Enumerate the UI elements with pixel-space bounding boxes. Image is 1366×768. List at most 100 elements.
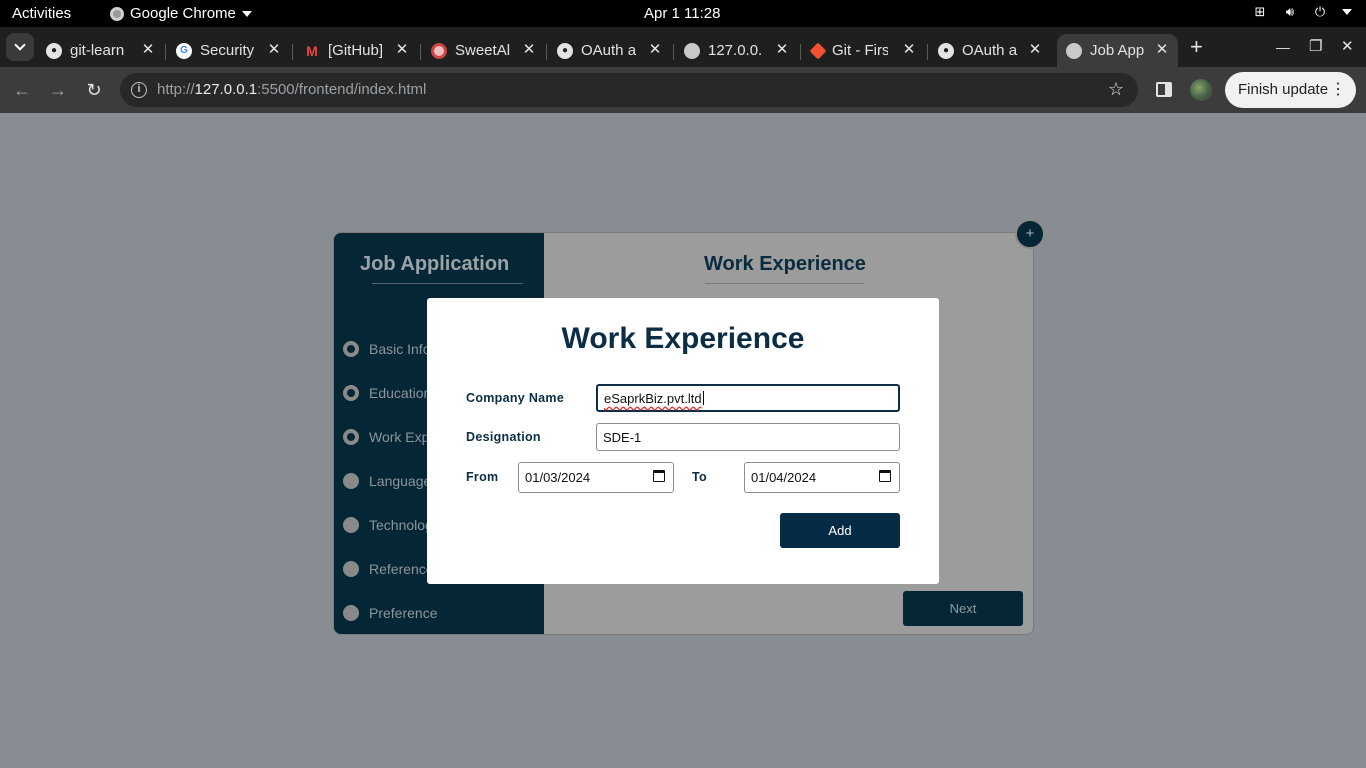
tab-title: Job App (1090, 42, 1145, 59)
tab-search-button[interactable] (6, 33, 34, 61)
clock[interactable]: Apr 1 11:28 (644, 5, 720, 22)
close-tab-icon[interactable]: ✕ (521, 42, 537, 58)
finish-update-label: Finish update (1238, 81, 1329, 98)
restore-icon[interactable]: ❐ (1309, 37, 1322, 55)
app-menu-label: Google Chrome (130, 5, 236, 22)
github-icon: ● (557, 42, 573, 59)
system-tray[interactable]: ⊞ 🔊︎ ⏻ (1252, 4, 1352, 20)
from-label: From (466, 470, 499, 484)
tab-title: 127.0.0. (708, 42, 763, 59)
back-icon[interactable]: ← (11, 79, 33, 101)
close-tab-icon[interactable]: ✕ (140, 42, 156, 58)
modal-title: Work Experience (561, 322, 805, 355)
close-tab-icon[interactable]: ✕ (1027, 42, 1043, 58)
step-work-experience[interactable]: Work Exp (343, 429, 429, 445)
step-complete-icon (343, 385, 359, 401)
power-icon: ⏻ (1314, 4, 1326, 19)
step-label: Work Exp (369, 429, 430, 445)
tab-security[interactable]: G Security ✕ (176, 34, 282, 67)
company-name-input[interactable]: eSaprkBiz.pvt.ltd (596, 384, 900, 412)
bookmark-star-icon[interactable]: ☆ (1108, 79, 1124, 100)
close-tab-icon[interactable]: ✕ (901, 42, 917, 58)
caret-down-icon (241, 10, 252, 17)
github-icon: ● (46, 42, 62, 59)
step-language[interactable]: Language (343, 473, 431, 489)
add-button[interactable]: Add (780, 513, 900, 548)
designation-label: Designation (466, 430, 541, 444)
chevron-down-icon (14, 39, 26, 51)
step-complete-icon (343, 429, 359, 445)
company-name-value: eSaprkBiz.pvt.ltd (604, 390, 702, 406)
side-panel-icon[interactable] (1156, 82, 1172, 97)
tab-github-mail[interactable]: M [GitHub] ✕ (304, 34, 410, 67)
close-tab-icon[interactable]: ✕ (774, 42, 790, 58)
url-text[interactable]: http://127.0.0.1:5500/frontend/index.htm… (157, 81, 426, 98)
from-date-input[interactable]: 01/03/2024 (518, 462, 674, 493)
step-complete-icon (343, 341, 359, 357)
calendar-icon[interactable] (879, 470, 891, 482)
close-tab-icon[interactable]: ✕ (394, 42, 410, 58)
url-prefix: http:// (157, 81, 195, 98)
calendar-icon[interactable] (653, 470, 665, 482)
step-label: Reference (369, 561, 434, 577)
add-experience-button[interactable]: + (1015, 219, 1045, 249)
network-icon: ⊞ (1254, 4, 1266, 19)
step-technology[interactable]: Technolog (343, 517, 433, 533)
step-pending-icon (343, 517, 359, 533)
tab-sweetalert[interactable]: SweetAl ✕ (431, 34, 537, 67)
close-tab-icon[interactable]: ✕ (1154, 42, 1170, 58)
step-reference[interactable]: Reference (343, 561, 434, 577)
finish-update-button[interactable]: Finish update ⋮ (1225, 72, 1357, 108)
kebab-menu-icon: ⋮ (1330, 81, 1347, 98)
to-date-value: 01/04/2024 (751, 470, 817, 485)
step-label: Language (369, 473, 432, 489)
tab-title: Git - Firs (832, 42, 888, 59)
tab-oauth-2[interactable]: ● OAuth a ✕ (938, 34, 1043, 67)
close-tab-icon[interactable]: ✕ (266, 42, 282, 58)
tab-title: OAuth a (962, 42, 1018, 59)
close-window-icon[interactable]: ✕ (1341, 37, 1354, 55)
volume-icon: 🔊︎ (1285, 4, 1295, 19)
chrome-icon (110, 6, 124, 21)
tab-separator (673, 44, 674, 60)
tab-separator (292, 44, 293, 60)
next-button[interactable]: Next (903, 591, 1023, 626)
tab-title: OAuth a (581, 42, 637, 59)
browser-toolbar: ← → ↻ i http://127.0.0.1:5500/frontend/i… (0, 67, 1366, 113)
step-education[interactable]: Education (343, 385, 431, 401)
profile-avatar[interactable] (1190, 79, 1212, 101)
tab-job-app[interactable]: Job App ✕ (1057, 34, 1178, 67)
address-bar[interactable]: i http://127.0.0.1:5500/frontend/index.h… (120, 73, 1138, 107)
tab-git-learn[interactable]: ● git-learn ✕ (46, 34, 156, 67)
designation-value: SDE-1 (603, 429, 642, 445)
forward-icon[interactable]: → (47, 79, 69, 101)
git-icon (809, 42, 827, 59)
sweetalert-icon (431, 42, 447, 59)
step-label: Preference (369, 605, 438, 621)
tab-title: git-learn (70, 42, 125, 59)
app-menu[interactable]: Google Chrome (110, 5, 252, 22)
tab-strip: ● git-learn ✕ G Security ✕ M [GitHub] ✕ … (0, 27, 1366, 67)
close-tab-icon[interactable]: ✕ (647, 42, 663, 58)
activities-button[interactable]: Activities (12, 5, 71, 22)
step-pending-icon (343, 605, 359, 621)
divider (705, 283, 864, 284)
step-preference[interactable]: Preference (343, 605, 437, 621)
tab-separator (927, 44, 928, 60)
minimize-icon[interactable]: — (1276, 39, 1290, 55)
text-cursor (702, 391, 704, 405)
step-pending-icon (343, 473, 359, 489)
to-date-input[interactable]: 01/04/2024 (744, 462, 900, 493)
tab-git-first[interactable]: Git - Firs ✕ (809, 34, 917, 67)
tab-title: SweetAl (455, 42, 511, 59)
reload-icon[interactable]: ↻ (83, 79, 105, 101)
google-icon: G (176, 42, 192, 59)
tab-title: Security (200, 42, 255, 59)
tab-localhost[interactable]: 127.0.0. ✕ (684, 34, 790, 67)
sidebar-title: Job Application (360, 253, 510, 275)
step-basic-info[interactable]: Basic Info (343, 341, 430, 357)
site-info-icon[interactable]: i (131, 82, 147, 98)
tab-oauth-1[interactable]: ● OAuth a ✕ (557, 34, 663, 67)
designation-input[interactable]: SDE-1 (596, 423, 900, 451)
new-tab-button[interactable]: + (1190, 36, 1203, 58)
